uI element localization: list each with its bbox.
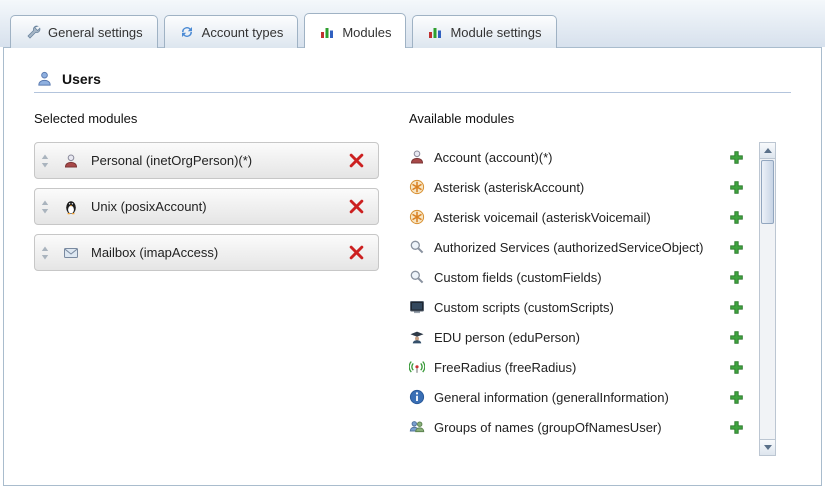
available-module-row: Account (account)(*) [409, 142, 759, 172]
antenna-icon [409, 359, 425, 375]
selected-module-row[interactable]: Mailbox (imapAccess) [34, 234, 379, 271]
wrench-icon [25, 24, 41, 40]
add-module-button[interactable] [728, 269, 745, 286]
add-module-button[interactable] [728, 239, 745, 256]
magnifier-icon [409, 269, 425, 285]
remove-module-button[interactable] [347, 151, 366, 170]
chevron-down-icon [764, 445, 772, 450]
tab-bar: General settings Account types Modules M… [0, 0, 825, 47]
selected-modules-column: Selected modules Personal (inetOrgPerson… [34, 111, 379, 456]
section-divider [34, 92, 791, 93]
available-module-label: FreeRadius (freeRadius) [434, 360, 728, 375]
scroll-down-button[interactable] [760, 439, 775, 455]
group-icon [409, 419, 425, 435]
selected-modules-heading: Selected modules [34, 111, 379, 126]
scrollbar-track[interactable] [760, 225, 775, 439]
chevron-up-icon [764, 148, 772, 153]
tab-label: Account types [202, 25, 284, 40]
drag-handle-icon[interactable] [41, 200, 49, 214]
available-module-row: Custom scripts (customScripts) [409, 292, 759, 322]
available-module-row: General information (generalInformation) [409, 382, 759, 412]
add-module-button[interactable] [728, 329, 745, 346]
available-module-label: EDU person (eduPerson) [434, 330, 728, 345]
asterisk-icon [409, 209, 425, 225]
tab-module-settings[interactable]: Module settings [412, 15, 556, 48]
available-modules-heading: Available modules [409, 111, 776, 126]
graduate-icon [409, 329, 425, 345]
available-modules-column: Available modules Account (account)(*) [409, 111, 776, 456]
mail-icon [63, 245, 79, 261]
penguin-icon [63, 199, 79, 215]
available-module-label: Custom fields (customFields) [434, 270, 728, 285]
remove-module-button[interactable] [347, 197, 366, 216]
available-module-row: EDU person (eduPerson) [409, 322, 759, 352]
section-title: Users [62, 71, 101, 87]
add-module-button[interactable] [728, 149, 745, 166]
info-icon [409, 389, 425, 405]
available-module-label: Account (account)(*) [434, 150, 728, 165]
available-module-row: Authorized Services (authorizedServiceOb… [409, 232, 759, 262]
terminal-icon [409, 299, 425, 315]
asterisk-icon [409, 179, 425, 195]
add-module-button[interactable] [728, 209, 745, 226]
person-icon [409, 149, 425, 165]
tab-label: Module settings [450, 25, 541, 40]
magnifier-icon [409, 239, 425, 255]
users-section-heading: Users [36, 70, 791, 87]
modules-columns: Selected modules Personal (inetOrgPerson… [34, 111, 776, 456]
tab-modules[interactable]: Modules [304, 13, 406, 48]
scrollbar-thumb[interactable] [761, 160, 774, 224]
tab-label: Modules [342, 25, 391, 40]
drag-handle-icon[interactable] [41, 154, 49, 168]
remove-module-button[interactable] [347, 243, 366, 262]
available-module-row: Asterisk voicemail (asteriskVoicemail) [409, 202, 759, 232]
add-module-button[interactable] [728, 419, 745, 436]
add-module-button[interactable] [728, 389, 745, 406]
scroll-up-button[interactable] [760, 143, 775, 159]
tab-account-types[interactable]: Account types [164, 15, 299, 48]
available-module-label: Asterisk voicemail (asteriskVoicemail) [434, 210, 728, 225]
selected-module-label: Unix (posixAccount) [91, 199, 207, 214]
add-module-button[interactable] [728, 179, 745, 196]
sync-icon [179, 24, 195, 40]
drag-handle-icon[interactable] [41, 246, 49, 260]
chart-icon [427, 24, 443, 40]
selected-module-row[interactable]: Personal (inetOrgPerson)(*) [34, 142, 379, 179]
available-module-label: Asterisk (asteriskAccount) [434, 180, 728, 195]
chart-icon [319, 24, 335, 40]
person-icon [63, 153, 79, 169]
available-module-label: Custom scripts (customScripts) [434, 300, 728, 315]
tab-general-settings[interactable]: General settings [10, 15, 158, 48]
selected-module-label: Mailbox (imapAccess) [91, 245, 218, 260]
available-modules-scrollbar[interactable] [759, 142, 776, 456]
available-module-row: Asterisk (asteriskAccount) [409, 172, 759, 202]
available-module-label: Authorized Services (authorizedServiceOb… [434, 240, 728, 255]
tab-label: General settings [48, 25, 143, 40]
modules-panel: Users Selected modules Personal (inetOrg… [3, 47, 822, 486]
add-module-button[interactable] [728, 359, 745, 376]
selected-module-row[interactable]: Unix (posixAccount) [34, 188, 379, 225]
available-module-row: Custom fields (customFields) [409, 262, 759, 292]
available-module-label: Groups of names (groupOfNamesUser) [434, 420, 728, 435]
available-module-row: Groups of names (groupOfNamesUser) [409, 412, 759, 442]
available-module-label: General information (generalInformation) [434, 390, 728, 405]
available-module-row: FreeRadius (freeRadius) [409, 352, 759, 382]
add-module-button[interactable] [728, 299, 745, 316]
selected-module-label: Personal (inetOrgPerson)(*) [91, 153, 252, 168]
available-modules-list: Account (account)(*) Asterisk (asteriskA… [409, 142, 759, 456]
users-icon [36, 70, 53, 87]
